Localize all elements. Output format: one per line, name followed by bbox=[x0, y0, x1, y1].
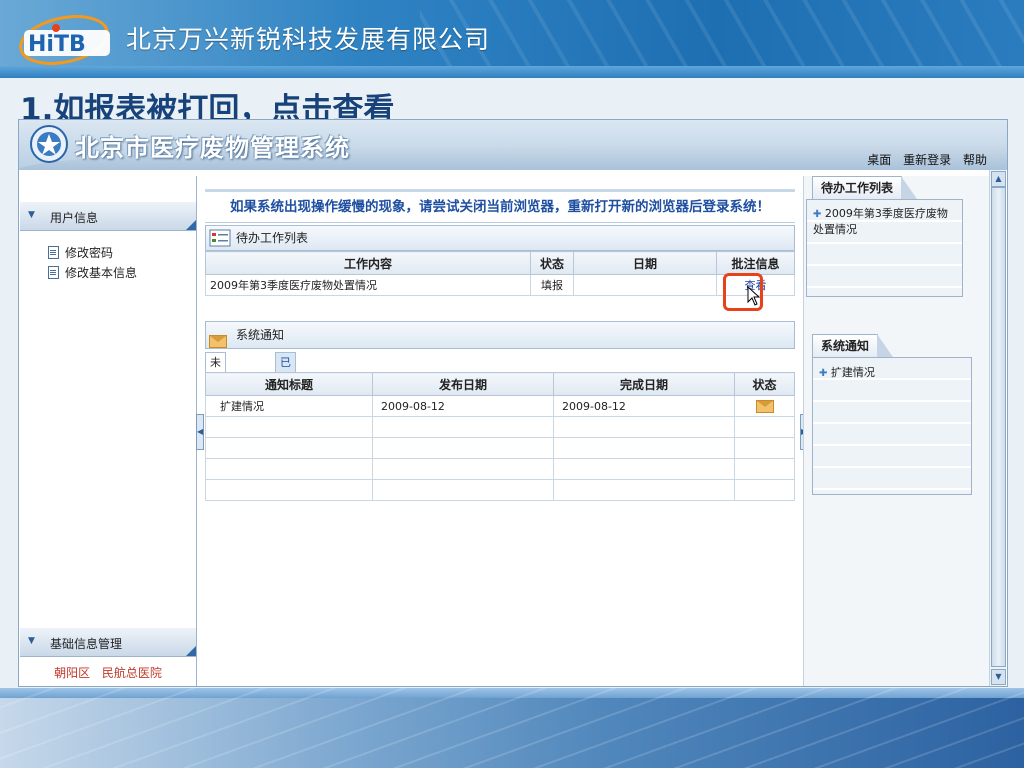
slide-banner: HiTB 北京万兴新锐科技发展有限公司 bbox=[0, 0, 1024, 78]
collapse-left-button[interactable]: ◀ bbox=[196, 414, 204, 450]
sidebar-section-label: 用户信息 bbox=[50, 211, 99, 225]
user-location: 朝阳区 民航总医院 bbox=[20, 660, 196, 686]
envelope-icon bbox=[209, 328, 231, 348]
help-link[interactable]: 帮助 bbox=[963, 153, 987, 167]
column-header[interactable]: 批注信息 bbox=[716, 251, 795, 275]
corner-triangle-icon bbox=[186, 646, 196, 656]
table-row bbox=[205, 458, 795, 480]
notice-finish-date: 2009-08-12 bbox=[553, 395, 735, 417]
right-notice-tab[interactable]: 系统通知 bbox=[812, 334, 894, 357]
notice-publish-date: 2009-08-12 bbox=[372, 395, 554, 417]
column-header[interactable]: 完成日期 bbox=[553, 372, 735, 396]
main-content: 如果系统出现操作缓慢的现象，请尝试关闭当前浏览器，重新打开新的浏览器后登录系统！… bbox=[205, 176, 795, 686]
scroll-down-button[interactable]: ▼ bbox=[991, 669, 1006, 685]
hitb-logo: HiTB bbox=[19, 15, 110, 65]
tab-unread[interactable]: 未阅读通知 bbox=[205, 352, 226, 445]
right-task-label: 2009年第3季度医疗废物处置情况 bbox=[813, 207, 948, 236]
top-links: 桌面 重新登录 帮助 bbox=[859, 151, 987, 168]
system-title: 北京市医疗废物管理系统 bbox=[75, 134, 350, 162]
hospital-label: 民航总医院 bbox=[101, 666, 162, 680]
right-tasks-box: ✚ 2009年第3季度医疗废物处置情况 bbox=[806, 199, 963, 297]
column-header[interactable]: 状态 bbox=[734, 372, 795, 396]
table-row bbox=[205, 416, 795, 438]
notice-title[interactable]: 扩建情况 bbox=[205, 395, 373, 417]
right-notice-box: ✚ 扩建情况 bbox=[812, 357, 972, 495]
chevron-down-icon: ▼ bbox=[28, 210, 35, 220]
right-tasks-tab[interactable]: 待办工作列表 bbox=[812, 176, 918, 199]
right-sidebar: 待办工作列表 ✚ 2009年第3季度医疗废物处置情况 系统通知 ✚ 扩建情况 bbox=[803, 176, 990, 686]
system-header: 北京市医疗废物管理系统 桌面 重新登录 帮助 bbox=[19, 120, 1007, 170]
sidebar-item-change-password[interactable]: 修改密码 bbox=[48, 244, 113, 261]
mouse-cursor-icon bbox=[747, 286, 761, 306]
table-header-row: 工作内容 状态 日期 批注信息 bbox=[205, 251, 795, 275]
envelope-icon[interactable] bbox=[755, 399, 774, 413]
tasks-header: 待办工作列表 bbox=[205, 225, 795, 251]
notices-table: 通知标题 发布日期 完成日期 状态 扩建情况 2009-08-12 2009-0… bbox=[205, 372, 795, 501]
task-content: 2009年第3季度医疗废物处置情况 bbox=[205, 274, 531, 296]
column-header[interactable]: 通知标题 bbox=[205, 372, 373, 396]
sidebar-section-label: 基础信息管理 bbox=[50, 637, 123, 651]
bullet-icon: ✚ bbox=[813, 209, 822, 220]
table-row bbox=[205, 479, 795, 501]
company-name: 北京万兴新锐科技发展有限公司 bbox=[126, 25, 491, 54]
task-list-icon bbox=[209, 229, 231, 247]
sidebar-item-edit-info[interactable]: 修改基本信息 bbox=[48, 264, 137, 281]
task-status: 填报 bbox=[530, 274, 574, 296]
column-header[interactable]: 状态 bbox=[530, 251, 574, 275]
document-icon bbox=[48, 266, 59, 279]
sidebar-section-user-info[interactable]: ▼ 用户信息 bbox=[20, 202, 196, 231]
scroll-thumb[interactable] bbox=[991, 187, 1006, 667]
task-date bbox=[573, 274, 717, 296]
table-header-row: 通知标题 发布日期 完成日期 状态 bbox=[205, 372, 795, 396]
notices-title: 系统通知 bbox=[236, 328, 285, 342]
document-icon bbox=[48, 246, 59, 259]
scroll-up-button[interactable]: ▲ bbox=[991, 171, 1006, 187]
sidebar-section-basic-info[interactable]: ▼ 基础信息管理 bbox=[20, 628, 196, 657]
relogin-link[interactable]: 重新登录 bbox=[903, 153, 951, 167]
banner-band bbox=[0, 66, 1024, 78]
slide-footer bbox=[0, 688, 1024, 768]
column-header[interactable]: 工作内容 bbox=[205, 251, 531, 275]
table-row[interactable]: 扩建情况 2009-08-12 2009-08-12 bbox=[205, 395, 795, 417]
svg-text:HiTB: HiTB bbox=[28, 32, 86, 57]
vertical-scrollbar[interactable]: ▲ ▼ bbox=[989, 170, 1006, 686]
emblem-icon bbox=[30, 125, 68, 163]
right-notice-label: 扩建情况 bbox=[830, 366, 875, 379]
chevron-down-icon: ▼ bbox=[28, 636, 35, 646]
tasks-title: 待办工作列表 bbox=[236, 231, 309, 245]
footer-decoration bbox=[0, 688, 1024, 768]
list-item[interactable]: ✚ 扩建情况 bbox=[813, 358, 971, 380]
left-sidebar: ▼ 用户信息 修改密码 修改基本信息 ▼ 基础信息管理 朝阳区 民航总医院 bbox=[20, 176, 197, 686]
corner-triangle-icon bbox=[186, 220, 196, 230]
system-window: 北京市医疗废物管理系统 桌面 重新登录 帮助 ▼ 用户信息 修改密码 修改基本信… bbox=[18, 119, 1008, 687]
column-header[interactable]: 日期 bbox=[573, 251, 717, 275]
district-label: 朝阳区 bbox=[54, 666, 91, 680]
sidebar-item-label: 修改密码 bbox=[65, 246, 114, 260]
sidebar-item-label: 修改基本信息 bbox=[65, 266, 138, 280]
bullet-icon: ✚ bbox=[819, 368, 828, 379]
list-item[interactable]: ✚ 2009年第3季度医疗废物处置情况 bbox=[807, 200, 962, 237]
desktop-link[interactable]: 桌面 bbox=[867, 153, 891, 167]
tasks-table: 工作内容 状态 日期 批注信息 2009年第3季度医疗废物处置情况 填报 查看 bbox=[205, 251, 795, 296]
warning-message: 如果系统出现操作缓慢的现象，请尝试关闭当前浏览器，重新打开新的浏览器后登录系统！ bbox=[205, 189, 795, 223]
notices-header: 系统通知 bbox=[205, 321, 795, 349]
table-row bbox=[205, 437, 795, 459]
column-header[interactable]: 发布日期 bbox=[372, 372, 554, 396]
tab-read[interactable]: 已阅读通知 bbox=[275, 352, 296, 445]
table-row: 2009年第3季度医疗废物处置情况 填报 查看 bbox=[205, 274, 795, 296]
